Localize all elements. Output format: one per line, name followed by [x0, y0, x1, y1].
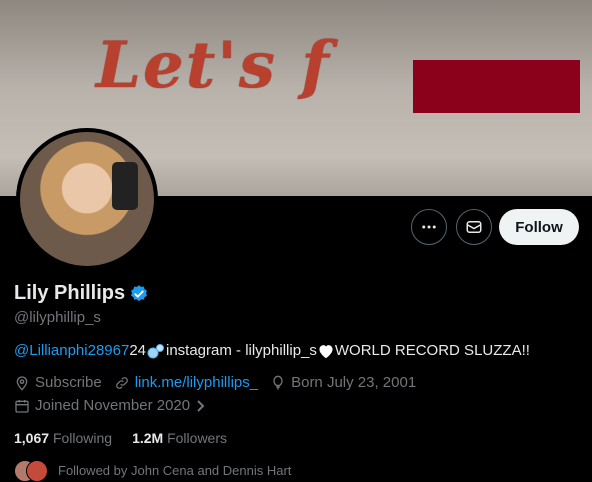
meta-birthday: Born July 23, 2001 — [270, 374, 416, 391]
bio-text-1: 24 — [129, 342, 146, 359]
profile-stats: 1,067 Following 1.2M Followers — [14, 430, 227, 446]
white-heart-icon — [319, 344, 333, 358]
location-pin-icon — [16, 375, 28, 391]
name-row: Lily Phillips — [14, 282, 149, 305]
followers-label: Followers — [167, 430, 227, 446]
bio-text-3: WORLD RECORD SLUZZA!! — [334, 342, 530, 359]
profile-avatar[interactable] — [16, 128, 158, 270]
profile-bio: @Lillianphi28967 24 instagram - lilyphil… — [14, 342, 530, 359]
followed-by-row[interactable]: Followed by John Cena and Dennis Hart — [14, 460, 292, 482]
meta-joined-label: Joined November 2020 — [35, 397, 191, 414]
follower-avatar — [26, 460, 48, 482]
balloon-icon — [273, 375, 283, 390]
avatar-phone-shape — [112, 162, 138, 210]
followed-by-text: Followed by John Cena and Dennis Hart — [58, 462, 292, 478]
profile-meta-row: Subscribe link.me/lilyphillips_ Born Jul… — [14, 374, 428, 391]
display-name: Lily Phillips — [14, 282, 126, 304]
following-count: 1,067 — [14, 430, 50, 446]
meta-subscribe[interactable]: Subscribe — [14, 374, 102, 391]
followers-count: 1.2M — [132, 430, 164, 446]
bio-mention-link[interactable]: @Lillianphi28967 — [14, 342, 129, 359]
meta-born-label: Born July 23, 2001 — [291, 374, 417, 391]
following-stat[interactable]: 1,067 Following — [14, 430, 112, 446]
following-label: Following — [52, 430, 113, 446]
followers-stat[interactable]: 1.2M Followers — [132, 430, 227, 446]
bio-text-2: instagram - lilyphillip_s — [166, 342, 317, 359]
meta-link[interactable]: link.me/lilyphillips_ — [114, 374, 258, 391]
banner-redaction — [413, 60, 580, 113]
profile-website-link[interactable]: link.me/lilyphillips_ — [135, 374, 258, 391]
followed-by-avatars — [14, 460, 50, 482]
banner-text: Let's f — [96, 28, 331, 103]
chevron-right-icon — [197, 399, 205, 412]
meta-joined[interactable]: Joined November 2020 — [14, 397, 207, 414]
calendar-icon — [15, 399, 29, 413]
link-icon — [115, 376, 128, 389]
message-button[interactable] — [456, 209, 492, 245]
meta-subscribe-label: Subscribe — [35, 374, 102, 391]
more-horizontal-icon — [422, 225, 436, 229]
verified-badge-icon[interactable] — [129, 284, 149, 304]
follow-button[interactable]: Follow — [499, 209, 579, 245]
profile-joined-row: Joined November 2020 — [14, 397, 219, 414]
more-options-button[interactable] — [411, 209, 447, 245]
envelope-icon — [466, 221, 482, 233]
profile-handle: @lilyphillip_s — [14, 309, 101, 326]
bubbles-emoji-icon — [147, 343, 164, 358]
